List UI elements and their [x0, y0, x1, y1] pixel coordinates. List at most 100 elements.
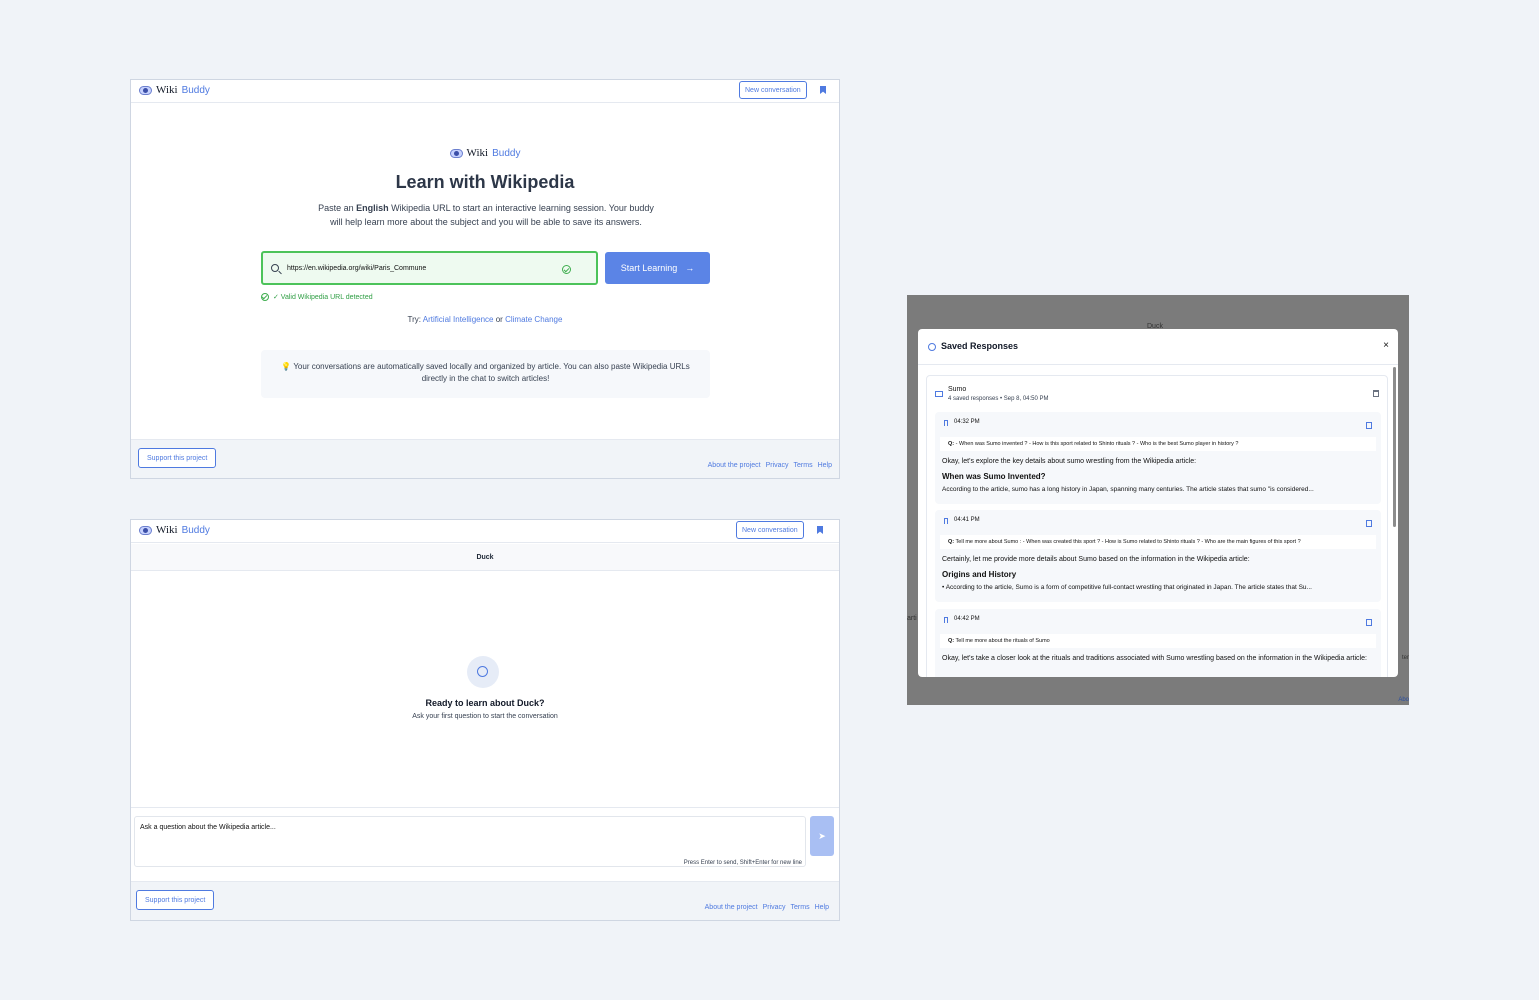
footer-link-terms[interactable]: Terms [791, 904, 810, 911]
footer-link-about[interactable]: About the project [708, 462, 761, 469]
bookmark-icon [944, 518, 948, 524]
footer-links: About the project Privacy Terms Help [705, 904, 829, 911]
response-time: 04:41 PM [954, 517, 980, 523]
response-text: According to the article, sumo has a lon… [942, 486, 1314, 493]
logo-wiki: Wiki [156, 524, 178, 536]
logo-buddy: Buddy [181, 524, 210, 536]
footer-link-about[interactable]: About the project [705, 904, 758, 911]
background-link: Abo [1398, 697, 1409, 703]
url-input[interactable]: https://en.wikipedia.org/wiki/Paris_Comm… [261, 251, 598, 285]
check-circle-icon [562, 265, 571, 274]
try-or: or [495, 315, 503, 324]
chat-panel: Wiki Buddy New conversation Duck Ready t… [130, 519, 840, 921]
empty-state-title: Ready to learn about Duck? [425, 698, 545, 708]
send-icon: ➤ [818, 830, 826, 841]
article-meta: 4 saved responses • Sep 8, 04:50 PM [948, 396, 1049, 402]
try-link-climate[interactable]: Climate Change [505, 315, 562, 324]
article-name: Sumo [948, 386, 967, 393]
response-question: Q: Tell me more about Sumo : - When was … [940, 535, 1376, 549]
footer-links: About the project Privacy Terms Help [708, 462, 832, 469]
copy-icon[interactable] [1366, 422, 1372, 429]
support-button[interactable]: Support this project [136, 890, 215, 910]
footer-link-privacy[interactable]: Privacy [763, 904, 786, 911]
bookmark-icon[interactable] [817, 526, 823, 534]
footer-link-terms[interactable]: Terms [794, 462, 813, 469]
copy-icon[interactable] [1366, 520, 1372, 527]
scrollbar[interactable] [1393, 367, 1396, 527]
url-value: https://en.wikipedia.org/wiki/Paris_Comm… [287, 265, 427, 272]
buddy-eye-icon [139, 525, 152, 535]
chat-bubble-icon [467, 656, 499, 688]
logo: Wiki Buddy [449, 147, 521, 159]
background-text-left: arti [907, 615, 917, 622]
empty-state-subtitle: Ask your first question to start the con… [412, 713, 558, 720]
response-intro: Certainly, let me provide more details a… [942, 556, 1250, 563]
start-learning-label: Start Learning [620, 263, 678, 273]
logo-buddy: Buddy [181, 84, 210, 96]
try-suggestions: Try: Artificial Intelligence or Climate … [131, 315, 839, 324]
question-input[interactable]: Ask a question about the Wikipedia artic… [134, 816, 806, 867]
response-intro: Okay, let's take a closer look at the ri… [942, 655, 1367, 662]
new-conversation-button[interactable]: New conversation [736, 521, 804, 539]
response-intro: Okay, let's explore the key details abou… [942, 458, 1197, 465]
background-text-right: ter [1401, 655, 1409, 661]
response-time: 04:42 PM [954, 616, 980, 622]
saved-response: 04:41 PM Q: Tell me more about Sumo : - … [935, 510, 1381, 602]
question-placeholder: Ask a question about the Wikipedia artic… [140, 824, 276, 831]
bookmark-icon [944, 420, 948, 426]
buddy-eye-icon [139, 85, 152, 95]
book-icon [935, 391, 943, 397]
info-note: 💡 Your conversations are automatically s… [261, 350, 710, 398]
arrow-right-icon: → [685, 263, 695, 273]
trash-icon[interactable] [1373, 390, 1379, 397]
logo-wiki: Wiki [156, 84, 178, 96]
close-icon[interactable]: × [1383, 340, 1389, 351]
start-learning-button[interactable]: Start Learning → [605, 252, 710, 284]
valid-url-text: ✓ Valid Wikipedia URL detected [273, 294, 373, 301]
page-title: Learn with Wikipedia [395, 172, 575, 192]
send-button[interactable]: ➤ [810, 816, 834, 856]
saved-responses-overlay: Duck arti ter Abo Saved Responses × Sumo… [907, 295, 1409, 705]
copy-icon[interactable] [1366, 619, 1372, 626]
q-text: Tell me more about the rituals of Sumo [954, 638, 1050, 644]
footer: Support this project About the project P… [131, 881, 839, 920]
modal-header: Saved Responses × [918, 329, 1398, 365]
bookmark-icon [944, 617, 948, 623]
history-icon [928, 343, 936, 351]
article-title: Duck [131, 544, 839, 571]
bookmark-icon[interactable] [820, 86, 826, 94]
response-heading: Origins and History [942, 570, 1017, 579]
logo[interactable]: Wiki Buddy [139, 84, 210, 96]
top-header: Wiki Buddy New conversation [131, 520, 839, 543]
try-label: Try: [407, 315, 422, 324]
footer-link-help[interactable]: Help [815, 904, 829, 911]
response-text: • According to the article, Sumo is a fo… [942, 584, 1312, 591]
logo-wiki: Wiki [466, 147, 489, 159]
center-logo: Wiki Buddy [131, 147, 839, 159]
chat-input-bar: Ask a question about the Wikipedia artic… [131, 807, 839, 881]
response-question: Q: Tell me more about the rituals of Sum… [940, 634, 1376, 648]
subtitle-pre: Paste an [318, 203, 357, 213]
valid-url-message: ✓ Valid Wikipedia URL detected [261, 293, 373, 301]
footer-link-privacy[interactable]: Privacy [766, 462, 789, 469]
logo[interactable]: Wiki Buddy [139, 524, 210, 536]
page-subtitle: Paste an English Wikipedia URL to start … [311, 201, 661, 229]
try-link-ai[interactable]: Artificial Intelligence [423, 315, 494, 324]
response-time: 04:32 PM [954, 419, 980, 425]
saved-response: 04:32 PM Q: - When was Sumo invented ? -… [935, 412, 1381, 504]
subtitle-bold: English [356, 203, 389, 213]
q-text: - When was Sumo invented ? - How is this… [954, 441, 1239, 447]
search-icon [271, 264, 279, 272]
logo-buddy: Buddy [492, 147, 521, 159]
new-conversation-button[interactable]: New conversation [739, 81, 807, 99]
footer: Support this project About the project P… [131, 439, 839, 478]
support-button[interactable]: Support this project [138, 448, 217, 468]
q-text: Tell me more about Sumo : - When was cre… [954, 539, 1301, 545]
check-circle-icon [261, 293, 269, 301]
buddy-eye-icon [449, 148, 463, 158]
input-hint: Press Enter to send, Shift+Enter for new… [683, 860, 802, 866]
landing-panel: Wiki Buddy New conversation Wiki Buddy L… [130, 79, 840, 479]
saved-response: 04:42 PM Q: Tell me more about the ritua… [935, 609, 1381, 677]
footer-link-help[interactable]: Help [818, 462, 832, 469]
article-group: Sumo 4 saved responses • Sep 8, 04:50 PM… [926, 375, 1388, 677]
